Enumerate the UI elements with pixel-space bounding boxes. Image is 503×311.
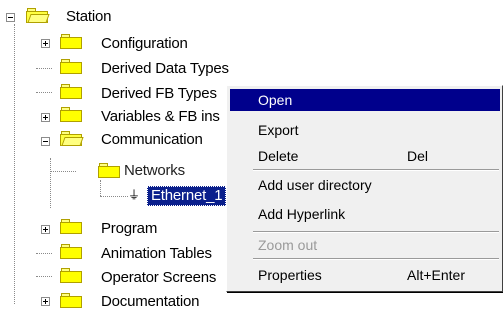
tree-node-label[interactable]: Variables & FB ins xyxy=(101,108,220,126)
tree-node-label[interactable]: Documentation xyxy=(101,293,199,311)
tree-node-label-selected[interactable]: Ethernet_1 xyxy=(147,186,227,206)
context-menu: Open Export Delete Del Add user director… xyxy=(226,85,503,292)
folder-icon xyxy=(60,107,82,122)
menu-item-export[interactable]: Export xyxy=(230,119,500,141)
menu-item-open[interactable]: Open xyxy=(230,89,500,111)
menu-item-add-user-directory[interactable]: Add user directory xyxy=(230,174,500,196)
folder-open-icon xyxy=(26,8,50,23)
tree-node-label[interactable]: Configuration xyxy=(101,35,188,53)
folder-icon xyxy=(60,293,82,308)
tree-connector xyxy=(36,92,52,93)
folder-icon xyxy=(60,219,82,234)
tree-connector xyxy=(50,158,51,208)
menu-separator xyxy=(253,169,499,171)
folder-open-icon xyxy=(60,131,84,146)
menu-item-add-hyperlink[interactable]: Add Hyperlink xyxy=(230,203,500,225)
expand-icon[interactable] xyxy=(41,297,50,306)
menu-item-label: Zoom out xyxy=(258,237,318,253)
tree-connector xyxy=(36,253,52,254)
menu-item-properties[interactable]: Properties Alt+Enter xyxy=(230,264,500,286)
menu-item-shortcut: Alt+Enter xyxy=(407,267,465,283)
tree-connector xyxy=(36,68,52,69)
expand-icon[interactable] xyxy=(41,113,50,122)
tree-node-label[interactable]: Derived Data Types xyxy=(101,60,229,78)
menu-separator xyxy=(253,258,499,260)
expand-icon[interactable] xyxy=(41,39,50,48)
tree-node-label[interactable]: Operator Screens xyxy=(101,269,216,287)
menu-item-label: Delete xyxy=(258,148,299,164)
folder-icon xyxy=(60,34,82,49)
folder-icon xyxy=(60,59,82,74)
folder-icon xyxy=(60,84,82,99)
tree-node-label[interactable]: Networks xyxy=(124,162,185,180)
tree-node-label[interactable]: Derived FB Types xyxy=(101,85,217,103)
collapse-icon[interactable] xyxy=(6,13,15,22)
tree-connector xyxy=(36,276,52,277)
tree-connector xyxy=(100,180,101,196)
tree-node-label[interactable]: Program xyxy=(101,220,157,238)
menu-item-zoom-out: Zoom out xyxy=(230,234,500,256)
tree-node-label[interactable]: Station xyxy=(66,8,112,26)
tree-connector xyxy=(50,171,76,172)
tree-node-label[interactable]: Communication xyxy=(101,131,203,149)
menu-item-label: Properties xyxy=(258,267,322,283)
folder-icon xyxy=(98,163,120,178)
menu-item-label: Add Hyperlink xyxy=(258,206,346,222)
expand-icon[interactable] xyxy=(41,225,50,234)
collapse-icon[interactable] xyxy=(41,137,50,146)
network-node-icon: ⏚ xyxy=(128,188,141,202)
folder-icon xyxy=(60,244,82,259)
menu-item-label: Add user directory xyxy=(258,177,372,193)
menu-item-shortcut: Del xyxy=(407,148,429,164)
menu-item-label: Open xyxy=(258,92,293,108)
menu-item-delete[interactable]: Delete Del xyxy=(230,145,500,167)
menu-item-label: Export xyxy=(258,122,299,138)
folder-icon xyxy=(60,268,82,283)
tree-connector xyxy=(14,24,15,304)
tree-node-label[interactable]: Animation Tables xyxy=(101,245,212,263)
menu-separator xyxy=(253,231,499,233)
tree-connector xyxy=(100,196,128,197)
